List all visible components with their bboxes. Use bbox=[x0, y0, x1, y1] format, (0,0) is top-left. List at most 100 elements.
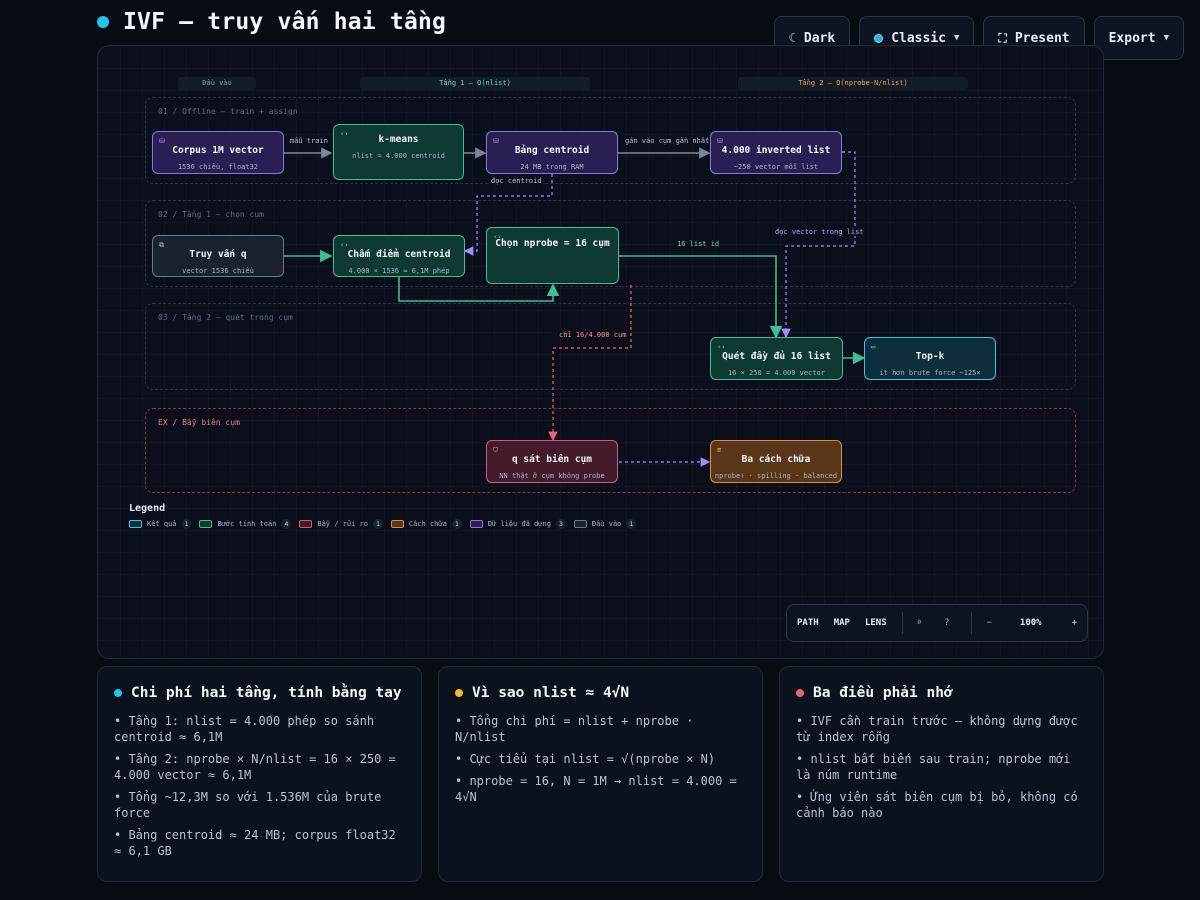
card-item: • IVF cần train trước — không dựng được … bbox=[796, 714, 1078, 744]
card-cost: Chi phí hai tầng, tính bằng tay • Tầng 1… bbox=[97, 666, 422, 882]
zoom-out-button[interactable]: − bbox=[986, 618, 991, 628]
legend-label: Kết quả bbox=[147, 520, 177, 528]
theme-button-label: Dark bbox=[803, 30, 836, 46]
code-icon: ‹› bbox=[340, 130, 349, 138]
card-title: Vì sao nlist ≈ 4√N bbox=[472, 685, 630, 701]
database-icon: ⛁ bbox=[493, 137, 499, 145]
database-icon: ⛁ bbox=[159, 137, 165, 145]
node-topk[interactable]: ▭ Top-k ít hơn brute force ~125× bbox=[864, 337, 996, 380]
legend-swatch bbox=[469, 520, 483, 528]
node-centroids[interactable]: ⛁ Bảng centroid 24 MB trong RAM bbox=[486, 131, 618, 174]
node-title: Bảng centroid bbox=[514, 145, 590, 156]
legend-swatch bbox=[299, 520, 313, 528]
database-icon: ⛁ bbox=[717, 137, 723, 145]
card-remember: Ba điều phải nhớ • IVF cần train trước —… bbox=[779, 666, 1104, 882]
edge-label-assign: gán vào cụm gần nhất bbox=[623, 137, 712, 145]
legend-item-compute[interactable]: Bước tính toán 4 bbox=[199, 519, 292, 529]
node-subtitle: 16 × 250 = 4.000 vector bbox=[728, 369, 825, 377]
card-dot bbox=[455, 689, 463, 697]
divider bbox=[971, 612, 973, 634]
title-row: IVF — truy vấn hai tầng bbox=[97, 6, 446, 38]
card-item: • nlist bất biến sau train; nprobe mới l… bbox=[796, 752, 1071, 782]
edge-nprobe-edgeq bbox=[548, 285, 632, 442]
legend-item-risk[interactable]: Bẫy / rủi ro 1 bbox=[299, 519, 383, 529]
node-subtitle: ~250 vector mỗi list bbox=[733, 163, 819, 171]
node-edge-query[interactable]: ⛉ q sát biên cụm NN thật ở cụm không pro… bbox=[486, 440, 618, 483]
legend-count: 1 bbox=[372, 519, 383, 529]
style-dropdown-label: Classic bbox=[891, 30, 946, 46]
node-title: Ba cách chữa bbox=[741, 454, 811, 465]
card-item: • Tổng chi phí = nlist + nprobe · N/nlis… bbox=[455, 714, 694, 744]
fullscreen-icon: ⛶ bbox=[998, 30, 1007, 45]
legend-swatch bbox=[129, 520, 142, 528]
legend-count: 1 bbox=[451, 519, 462, 529]
legend-item-built-data[interactable]: Dữ liệu đã dựng 3 bbox=[469, 519, 566, 529]
card-item: • Tầng 1: nlist = 4.000 phép so sánh cen… bbox=[114, 714, 375, 744]
path-mode-button[interactable]: PATH bbox=[797, 618, 819, 628]
legend-item-input[interactable]: Đầu vào 1 bbox=[573, 519, 637, 529]
card-item: • Tổng ~12,3M so với 1.536M của brute fo… bbox=[114, 790, 382, 820]
node-kmeans[interactable]: ‹› k-means nlist = 4.000 centroid bbox=[333, 124, 464, 180]
card-item: • Ứng viên sát biên cụm bị bỏ, không có … bbox=[796, 790, 1078, 820]
style-swatch-icon bbox=[874, 33, 884, 43]
card-item: • nprobe = 16, N = 1M → nlist = 4.000 = … bbox=[455, 774, 737, 804]
node-score-centroids[interactable]: ‹› Chấm điểm centroid 4.000 × 1536 ≈ 6,1… bbox=[333, 235, 465, 277]
legend-label: Cách chữa bbox=[408, 520, 447, 528]
zoom-in-button[interactable]: + bbox=[1072, 618, 1077, 628]
node-fixes[interactable]: ≡ Ba cách chữa nprobe↑ · spilling · bala… bbox=[710, 440, 842, 483]
node-subtitle: nlist = 4.000 centroid bbox=[352, 152, 445, 160]
card-title: Chi phí hai tầng, tính bằng tay bbox=[131, 685, 402, 701]
legend-count: 1 bbox=[626, 519, 637, 529]
title-status-dot bbox=[97, 16, 109, 28]
node-subtitle: vector 1536 chiều bbox=[182, 267, 254, 275]
export-dropdown[interactable]: Export ▼ bbox=[1093, 16, 1184, 60]
map-mode-button[interactable]: MAP bbox=[834, 618, 850, 628]
present-button-label: Present bbox=[1014, 30, 1070, 46]
code-icon: ‹› bbox=[717, 343, 726, 351]
legend-swatch bbox=[390, 520, 404, 528]
node-title: Top-k bbox=[915, 351, 945, 362]
legend-swatch bbox=[573, 520, 587, 528]
edge-label-read-centroid: đọc centroid bbox=[489, 177, 544, 185]
edge-nprobe-scan bbox=[619, 255, 783, 339]
shield-icon: ⛉ bbox=[493, 446, 499, 454]
legend-label: Đầu vào bbox=[591, 520, 622, 528]
node-choose-nprobe[interactable]: ‹› Chọn nprobe = 16 cụm bbox=[486, 227, 619, 284]
chevron-down-icon: ▼ bbox=[953, 33, 960, 43]
code-icon: ‹› bbox=[493, 233, 502, 241]
node-subtitle: 24 MB trong RAM bbox=[520, 163, 584, 171]
moon-icon: ☾ bbox=[788, 31, 796, 45]
node-inverted-lists[interactable]: ⛁ 4.000 inverted list ~250 vector mỗi li… bbox=[710, 131, 842, 174]
node-title: Quét đầy đủ 16 list bbox=[722, 351, 831, 362]
card-nlist: Vì sao nlist ≈ 4√N • Tổng chi phí = nlis… bbox=[438, 666, 763, 882]
legend-label: Bước tính toán bbox=[217, 520, 277, 528]
help-icon[interactable]: ? bbox=[944, 618, 949, 628]
card-dot bbox=[796, 689, 804, 697]
card-title: Ba điều phải nhớ bbox=[813, 685, 953, 701]
legend-count: 3 bbox=[555, 519, 566, 529]
card-dot bbox=[114, 689, 122, 697]
node-corpus[interactable]: ⛁ Corpus 1M vector 1536 chiều, float32 bbox=[152, 131, 284, 174]
node-full-scan[interactable]: ‹› Quét đầy đủ 16 list 16 × 250 = 4.000 … bbox=[710, 337, 843, 380]
diagram-canvas[interactable]: Đầu vào Tầng 1 — O(nlist) Tầng 2 — O(npr… bbox=[97, 45, 1104, 659]
list-icon: ≡ bbox=[717, 446, 722, 454]
legend-count: 1 bbox=[181, 519, 192, 529]
card-item: • Cực tiểu tại nlist = √(nprobe × N) bbox=[455, 752, 716, 766]
node-title: Chấm điểm centroid bbox=[347, 249, 451, 260]
node-title: k-means bbox=[378, 134, 419, 145]
node-query[interactable]: ⧉ Truy vấn q vector 1536 chiều bbox=[152, 235, 284, 277]
export-dropdown-label: Export bbox=[1108, 30, 1156, 46]
page-title: IVF — truy vấn hai tầng bbox=[123, 9, 447, 35]
card-item: • Bảng centroid ≈ 24 MB; corpus float32 … bbox=[114, 828, 396, 858]
legend: Kết quả 1 Bước tính toán 4 Bẫy / rủi ro … bbox=[129, 519, 637, 529]
legend-item-fix[interactable]: Cách chữa 1 bbox=[390, 519, 462, 529]
zoom-level: 100% bbox=[1019, 618, 1042, 628]
card-item: • Tầng 2: nprobe × N/nlist = 16 × 250 = … bbox=[114, 752, 396, 782]
lens-mode-button[interactable]: LENS bbox=[865, 618, 887, 628]
node-title: Chọn nprobe = 16 cụm bbox=[495, 238, 610, 249]
legend-title: Legend bbox=[129, 503, 166, 514]
code-icon: ‹› bbox=[340, 241, 349, 249]
search-icon[interactable]: ⌕ bbox=[917, 618, 922, 628]
legend-item-result[interactable]: Kết quả 1 bbox=[129, 519, 192, 529]
view-controls: PATH MAP LENS ⌕ ? − 100% + bbox=[786, 604, 1088, 642]
